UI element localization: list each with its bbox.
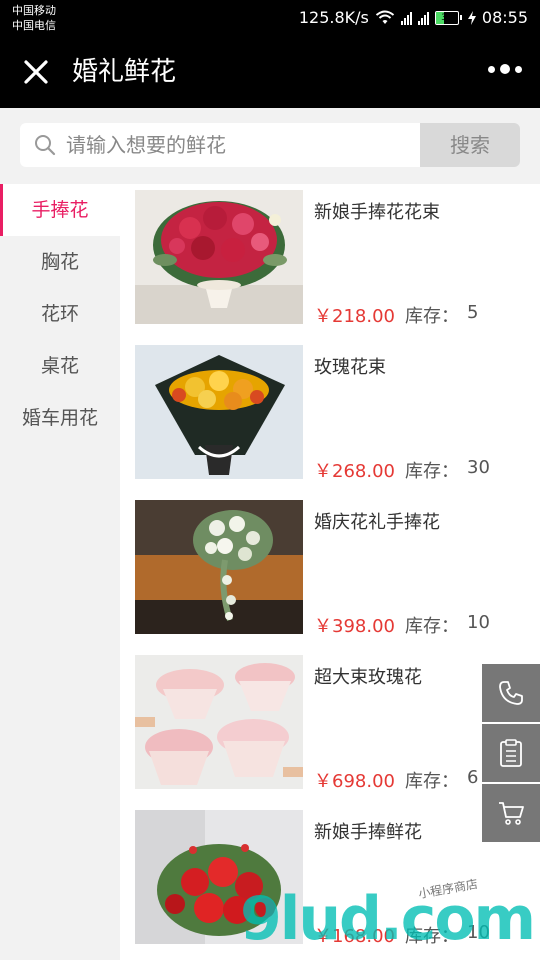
category-item-corsage[interactable]: 胸花	[0, 236, 120, 288]
more-dot-icon	[500, 64, 510, 74]
product-price: ￥698.00	[314, 771, 395, 792]
net-speed: 125.8K/s	[298, 8, 369, 27]
product-price: ￥268.00	[314, 461, 395, 482]
product-card[interactable]: 超大束玫瑰花 ￥698.00 库存： 6	[135, 649, 525, 792]
charging-icon	[467, 10, 476, 25]
clock: 08:55	[481, 8, 528, 27]
product-name: 超大束玫瑰花	[314, 667, 422, 688]
product-name: 玫瑰花束	[314, 357, 386, 378]
product-card[interactable]: 婚庆花礼手捧花 ￥398.00 库存： 10	[135, 494, 525, 637]
product-image[interactable]	[135, 190, 303, 324]
product-name: 新娘手捧鲜花	[314, 822, 422, 843]
product-image[interactable]	[135, 345, 303, 479]
category-item-car-flowers[interactable]: 婚车用花	[0, 392, 120, 444]
search-button[interactable]: 搜索	[420, 123, 520, 167]
product-card[interactable]: 玫瑰花束 ￥268.00 库存： 30	[135, 339, 525, 482]
stock-label: 库存：	[405, 461, 459, 482]
signal-2g-icon	[400, 11, 412, 25]
product-card[interactable]: 新娘手捧鲜花 ￥168.00 库存： 10	[135, 804, 525, 947]
product-image[interactable]	[135, 810, 303, 944]
stock-label: 库存：	[405, 306, 459, 327]
stock-value: 10	[467, 612, 490, 633]
clipboard-icon	[500, 739, 522, 767]
battery-icon: 38	[434, 10, 462, 25]
product-price: ￥168.00	[314, 926, 395, 947]
cart-icon	[499, 802, 524, 825]
product-price: ￥398.00	[314, 616, 395, 637]
status-bar: 中国移动 中国电信 125.8K/s 38 08:55	[0, 0, 540, 36]
search-box	[20, 123, 420, 167]
stock-label: 库存：	[405, 771, 459, 792]
search-input[interactable]	[64, 132, 398, 158]
category-item-wreath[interactable]: 花环	[0, 288, 120, 340]
more-dot-icon	[488, 65, 495, 73]
product-list: 新娘手捧花花束 ￥218.00 库存： 5 玫瑰花束 ￥268.00 库存： 3…	[120, 184, 540, 960]
battery-level: 38	[441, 12, 453, 23]
category-item-bouquet[interactable]: 手捧花	[0, 184, 120, 236]
carrier-1: 中国移动	[12, 4, 56, 17]
phone-icon	[499, 681, 523, 705]
carrier-2: 中国电信	[12, 19, 56, 32]
product-price: ￥218.00	[314, 306, 395, 327]
carrier-info: 中国移动 中国电信	[12, 3, 56, 33]
category-item-table-flowers[interactable]: 桌花	[0, 340, 120, 392]
phone-button[interactable]	[482, 664, 540, 722]
product-name: 婚庆花礼手捧花	[314, 512, 440, 533]
more-menu-button[interactable]	[488, 64, 522, 74]
more-dot-icon	[515, 65, 522, 73]
product-image[interactable]	[135, 655, 303, 789]
category-sidebar: 手捧花 胸花 花环 桌花 婚车用花	[0, 184, 120, 960]
product-image[interactable]	[135, 500, 303, 634]
stock-value: 10	[467, 922, 490, 943]
search-area: 搜索	[0, 108, 540, 184]
status-right: 125.8K/s 38 08:55	[299, 8, 528, 27]
signal-4g-icon	[417, 11, 429, 25]
orders-button[interactable]	[482, 724, 540, 782]
nav-bar: 婚礼鲜花	[0, 36, 540, 108]
stock-label: 库存：	[405, 926, 459, 947]
close-icon[interactable]	[18, 54, 54, 90]
wifi-icon	[375, 10, 395, 24]
product-card[interactable]: 新娘手捧花花束 ￥218.00 库存： 5	[135, 184, 525, 327]
stock-value: 6	[467, 767, 479, 788]
stock-value: 5	[467, 302, 479, 323]
product-name: 新娘手捧花花束	[314, 202, 440, 223]
stock-value: 30	[467, 457, 490, 478]
search-icon	[35, 135, 56, 156]
page-title: 婚礼鲜花	[72, 57, 177, 87]
stock-label: 库存：	[405, 616, 459, 637]
cart-button[interactable]	[482, 784, 540, 842]
